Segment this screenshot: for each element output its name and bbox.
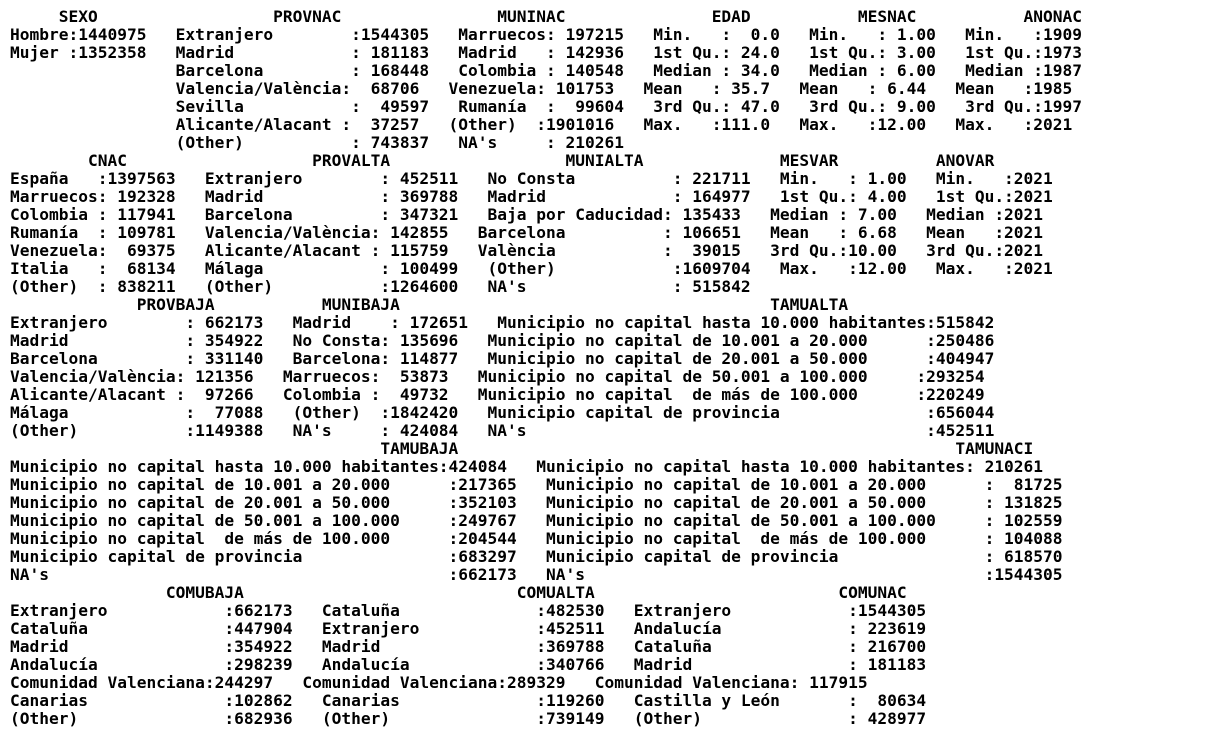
output-line: Canarias :102862 Canarias :119260 Castil… (10, 691, 927, 710)
output-line: Málaga : 77088 (Other) :1842420 Municipi… (10, 403, 995, 422)
output-line: Alicante/Alacant : 37257 (Other) :190101… (10, 115, 1073, 134)
output-line: COMUBAJA COMUALTA COMUNAC (10, 583, 907, 602)
output-line: Extranjero :662173 Cataluña :482530 Extr… (10, 601, 927, 620)
output-line: Comunidad Valenciana:244297 Comunidad Va… (10, 673, 868, 692)
output-line: (Other) :1149388 NA's : 424084 NA's :452… (10, 421, 995, 440)
output-line: Mujer :1352358 Madrid : 181183 Madrid : … (10, 43, 1083, 62)
output-line: SEXO PROVNAC MUNINAC EDAD MESNAC ANONAC (10, 7, 1083, 26)
output-line: Rumanía : 109781 Valencia/València: 1428… (10, 223, 1044, 242)
output-line: Valencia/València: 121356 Marruecos: 538… (10, 367, 985, 386)
output-line: CNAC PROVALTA MUNIALTA MESVAR ANOVAR (10, 151, 995, 170)
output-line: Sevilla : 49597 Rumanía : 99604 3rd Qu.:… (10, 97, 1083, 116)
output-line: Italia : 68134 Málaga : 100499 (Other) :… (10, 259, 1053, 278)
output-line: Madrid : 354922 No Consta: 135696 Munici… (10, 331, 995, 350)
output-line: Venezuela: 69375 Alicante/Alacant : 1157… (10, 241, 1044, 260)
output-line: Andalucía :298239 Andalucía :340766 Madr… (10, 655, 927, 674)
output-line: Hombre:1440975 Extranjero :1544305 Marru… (10, 25, 1083, 44)
output-line: Municipio no capital hasta 10.000 habita… (10, 457, 1044, 476)
output-line: Extranjero : 662173 Madrid : 172651 Muni… (10, 313, 995, 332)
output-line: Municipio no capital de 50.001 a 100.000… (10, 511, 1063, 530)
output-line: TAMUBAJA TAMUNACI (10, 439, 1034, 458)
output-line: Municipio no capital de más de 100.000 :… (10, 529, 1063, 548)
output-line: Municipio capital de provincia :683297 M… (10, 547, 1063, 566)
output-line: Colombia : 117941 Barcelona : 347321 Baj… (10, 205, 1044, 224)
output-line: Municipio no capital de 10.001 a 20.000 … (10, 475, 1063, 494)
output-line: Barcelona : 168448 Colombia : 140548 Med… (10, 61, 1083, 80)
output-line: Barcelona : 331140 Barcelona: 114877 Mun… (10, 349, 995, 368)
output-line: España :1397563 Extranjero : 452511 No C… (10, 169, 1053, 188)
output-line: NA's :662173 NA's :1544305 (10, 565, 1063, 584)
output-line: Madrid :354922 Madrid :369788 Cataluña :… (10, 637, 927, 656)
output-line: (Other) :682936 (Other) :739149 (Other) … (10, 709, 927, 728)
output-line: PROVBAJA MUNIBAJA TAMUALTA (10, 295, 849, 314)
output-line: (Other) : 838211 (Other) :1264600 NA's :… (10, 277, 751, 296)
output-line: Marruecos: 192328 Madrid : 369788 Madrid… (10, 187, 1053, 206)
output-line: Alicante/Alacant : 97266 Colombia : 4973… (10, 385, 985, 404)
output-line: (Other) : 743837 NA's : 210261 (10, 133, 624, 152)
output-line: Valencia/València: 68706 Venezuela: 1017… (10, 79, 1073, 98)
output-line: Cataluña :447904 Extranjero :452511 Anda… (10, 619, 927, 638)
output-line: Municipio no capital de 20.001 a 50.000 … (10, 493, 1063, 512)
r-summary-output: SEXO PROVNAC MUNINAC EDAD MESNAC ANONAC H… (10, 8, 1082, 728)
